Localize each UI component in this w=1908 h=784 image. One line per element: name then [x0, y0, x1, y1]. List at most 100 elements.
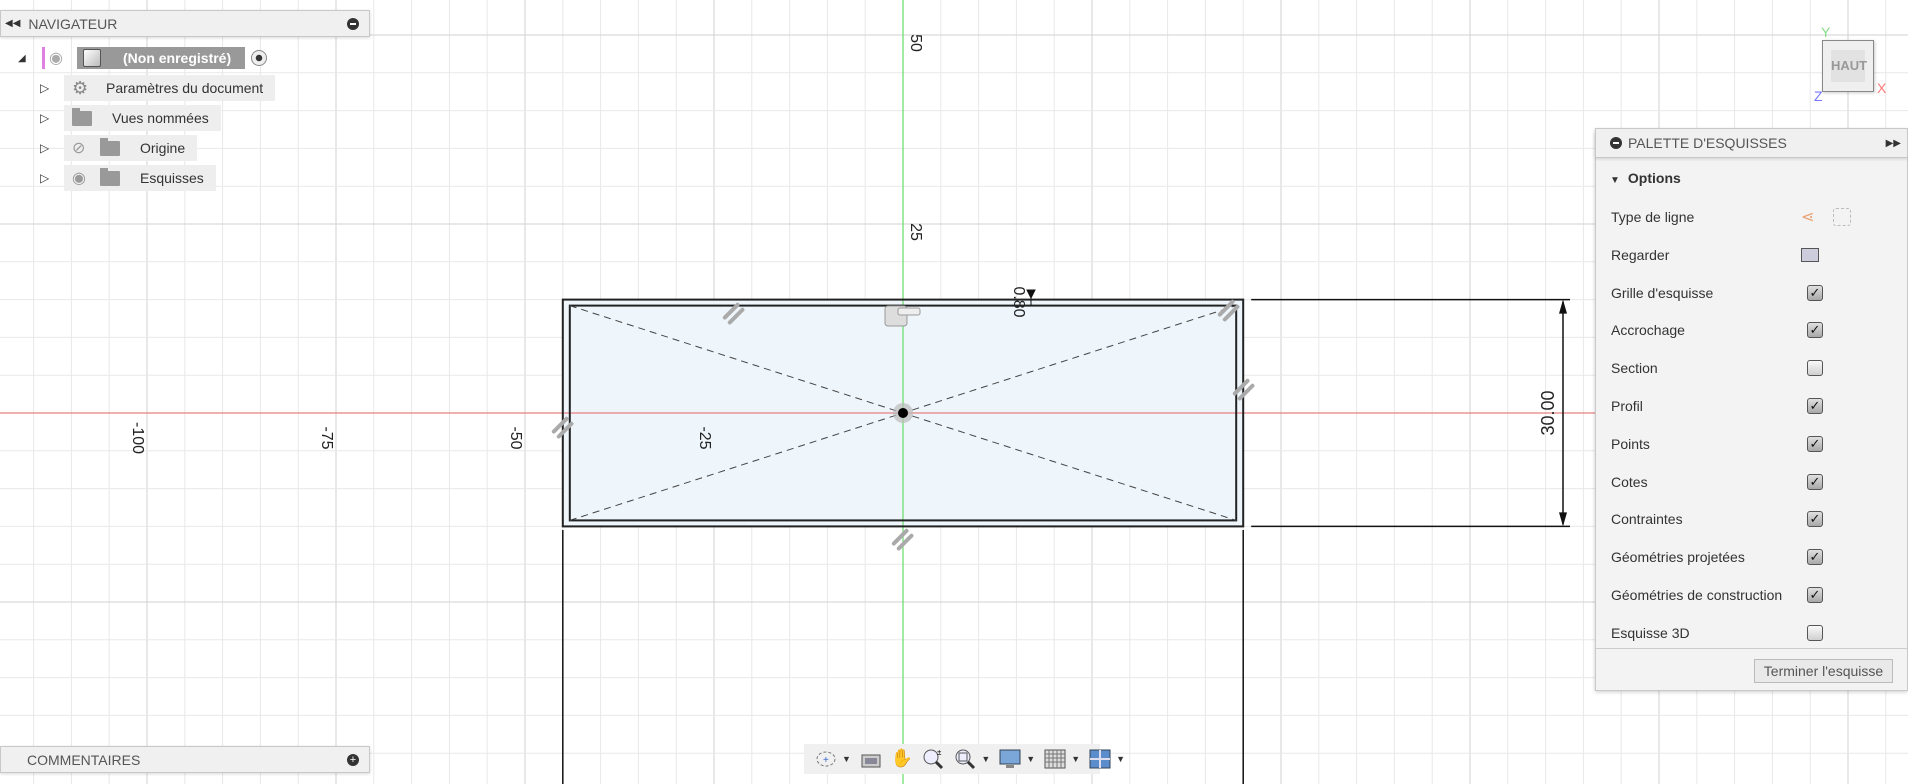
- nav-item-label: Origine: [140, 140, 186, 156]
- orbit-icon[interactable]: +: [814, 748, 838, 770]
- palette-option-row: Profil ✓: [1611, 394, 1901, 418]
- nav-item[interactable]: ▷ ◉ Esquisses: [40, 165, 216, 191]
- x-tick-label: -75: [318, 426, 335, 449]
- display-dropdown-icon[interactable]: ▼: [1026, 754, 1035, 764]
- viewcube[interactable]: HAUT: [1822, 40, 1874, 92]
- palette-option-row: Type de ligne ⋖: [1611, 205, 1901, 229]
- option-checkbox[interactable]: [1807, 624, 1823, 641]
- line-type-centerline-icon[interactable]: [1833, 208, 1851, 226]
- navigator-minimize-icon[interactable]: [347, 17, 359, 30]
- option-label: Type de ligne: [1611, 209, 1695, 225]
- options-section-header[interactable]: ▼ Options: [1610, 170, 1681, 186]
- viewcube-y-label: Y: [1821, 24, 1831, 40]
- palette-header[interactable]: PALETTE D'ESQUISSES ▶▶: [1595, 128, 1908, 158]
- y-tick-label: 50: [907, 34, 924, 52]
- palette-footer-divider: [1596, 648, 1907, 649]
- nav-root[interactable]: ◢ ◉ (Non enregistré): [18, 45, 268, 71]
- viewcube-face-top[interactable]: HAUT: [1831, 50, 1867, 82]
- expand-palette-icon[interactable]: ▶▶: [1886, 138, 1901, 149]
- zoom-icon[interactable]: ±: [921, 748, 945, 770]
- nav-item[interactable]: ▷ ⊘ Origine: [40, 135, 198, 161]
- eye-icon[interactable]: ◉: [72, 168, 100, 188]
- option-checkbox[interactable]: ✓: [1807, 511, 1823, 528]
- options-section-title: Options: [1627, 170, 1681, 186]
- palette-option-row: Regarder: [1611, 243, 1901, 267]
- eye-icon[interactable]: ◉: [49, 48, 77, 68]
- palette-option-row: Géométries de construction ✓: [1611, 583, 1901, 607]
- comments-header[interactable]: COMMENTAIRES +: [0, 746, 370, 773]
- navigator-title: NAVIGATEUR: [28, 15, 118, 32]
- finish-sketch-button[interactable]: Terminer l'esquisse: [1754, 659, 1893, 683]
- expand-triangle-icon[interactable]: ▷: [40, 111, 56, 125]
- section-collapse-icon[interactable]: ▼: [1610, 175, 1620, 186]
- offset-dimension-label: 0.80: [1010, 286, 1027, 317]
- folder-icon: [100, 167, 120, 186]
- height-dimension-label: 30.00: [1538, 390, 1558, 435]
- nav-item[interactable]: ▷ ⚙ Paramètres du document: [40, 75, 276, 101]
- palette-option-row: Géométries projetées ✓: [1611, 545, 1901, 569]
- option-checkbox[interactable]: ✓: [1807, 473, 1823, 490]
- palette-option-row: Cotes ✓: [1611, 470, 1901, 494]
- y-tick-label: 25: [907, 223, 924, 241]
- origin-point[interactable]: [898, 408, 908, 418]
- option-checkbox[interactable]: ✓: [1807, 549, 1823, 566]
- document-name: (Non enregistré): [123, 50, 232, 66]
- viewports-icon[interactable]: [1088, 748, 1112, 770]
- option-checkbox[interactable]: ✓: [1807, 435, 1823, 452]
- option-checkbox[interactable]: ✓: [1807, 398, 1823, 414]
- grid-dropdown-icon[interactable]: ▼: [1071, 754, 1080, 764]
- svg-text:±: ±: [937, 748, 942, 757]
- collapse-navigator-icon[interactable]: ◀◀: [5, 18, 20, 29]
- option-label: Regarder: [1611, 246, 1670, 263]
- expand-triangle-icon[interactable]: ▷: [40, 81, 56, 95]
- palette-title: PALETTE D'ESQUISSES: [1628, 135, 1787, 151]
- option-label: Cotes: [1611, 473, 1648, 490]
- option-label: Profil: [1611, 398, 1643, 414]
- nav-item-label: Vues nommées: [112, 110, 209, 126]
- look-at-icon[interactable]: [1801, 247, 1819, 262]
- comments-expand-icon[interactable]: +: [347, 753, 359, 766]
- palette-option-row: Contraintes ✓: [1611, 507, 1901, 531]
- nav-item-label: Paramètres du document: [106, 80, 264, 96]
- expand-triangle-icon[interactable]: ▷: [40, 141, 56, 155]
- palette-minimize-icon[interactable]: [1610, 137, 1622, 149]
- x-tick-label: -50: [507, 426, 524, 449]
- option-checkbox[interactable]: ✓: [1807, 322, 1823, 339]
- viewports-dropdown-icon[interactable]: ▼: [1116, 754, 1125, 764]
- option-label: Esquisse 3D: [1611, 624, 1690, 641]
- option-label: Géométries de construction: [1611, 587, 1783, 603]
- zoom-window-icon[interactable]: [953, 748, 977, 770]
- nav-item[interactable]: ▷ Vues nommées: [40, 105, 221, 131]
- grid-settings-icon[interactable]: [1043, 748, 1067, 770]
- navigation-toolbar: + ▼ ✋ ± ▼ ▼ ▼ ▼: [804, 744, 1125, 774]
- option-label: Points: [1611, 435, 1650, 452]
- folder-icon: [100, 137, 120, 156]
- option-label: Grille d'esquisse: [1611, 284, 1714, 301]
- comments-title: COMMENTAIRES: [27, 751, 141, 768]
- option-checkbox[interactable]: [1807, 360, 1823, 377]
- pan-icon[interactable]: ✋: [891, 748, 913, 770]
- folder-icon: [72, 107, 92, 126]
- palette-option-row: Esquisse 3D: [1611, 621, 1901, 645]
- display-settings-icon[interactable]: [998, 748, 1022, 770]
- viewcube-x-label: X: [1877, 80, 1887, 96]
- palette-option-row: Points ✓: [1611, 432, 1901, 456]
- orbit-dropdown-icon[interactable]: ▼: [842, 754, 851, 764]
- option-label: Géométries projetées: [1611, 549, 1745, 566]
- look-at-icon[interactable]: [859, 748, 883, 770]
- option-label: Accrochage: [1611, 322, 1685, 339]
- line-type-construction-icon[interactable]: ⋖: [1801, 207, 1814, 227]
- collapse-triangle-icon[interactable]: ◢: [18, 53, 42, 64]
- activate-radio-icon[interactable]: [251, 50, 268, 66]
- option-checkbox[interactable]: ✓: [1807, 587, 1823, 603]
- navigator-header[interactable]: ◀◀ NAVIGATEUR: [0, 10, 370, 37]
- option-label: Section: [1611, 360, 1658, 377]
- zoom-dropdown-icon[interactable]: ▼: [981, 754, 990, 764]
- viewcube-z-label: Z: [1814, 88, 1823, 104]
- expand-triangle-icon[interactable]: ▷: [40, 171, 56, 185]
- eye-hidden-icon[interactable]: ⊘: [72, 138, 100, 158]
- option-checkbox[interactable]: ✓: [1807, 284, 1823, 301]
- option-label: Contraintes: [1611, 511, 1683, 528]
- active-indicator: [42, 47, 45, 69]
- x-tick-label: -100: [129, 422, 146, 454]
